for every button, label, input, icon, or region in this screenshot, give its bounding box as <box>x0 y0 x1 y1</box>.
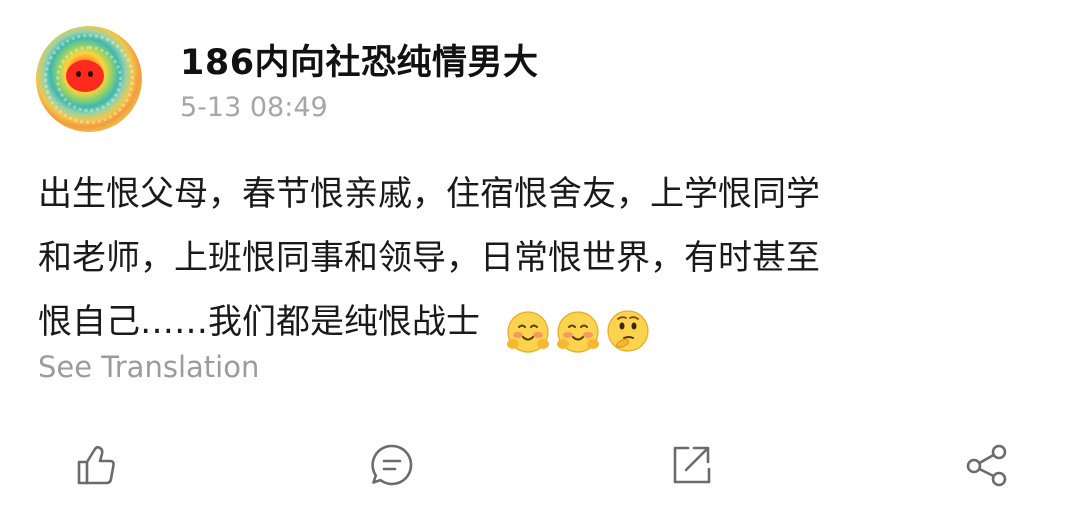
post-body-line-text: 恨自己……我们都是纯恨战士 <box>38 302 480 342</box>
comment-button[interactable] <box>367 440 417 490</box>
share-button[interactable] <box>962 440 1012 490</box>
avatar-face <box>66 60 104 92</box>
thumbs-up-icon <box>77 445 115 485</box>
emoji-group <box>504 299 654 353</box>
like-button[interactable] <box>70 440 120 490</box>
see-translation-link[interactable]: See Translation <box>38 350 259 384</box>
author-avatar[interactable] <box>36 26 142 132</box>
repost-icon <box>673 446 711 484</box>
post-body: 出生恨父母，春节恨亲戚，住宿恨舍友，上学恨同学 和老师，上班恨同事和领导，日常恨… <box>38 162 1028 354</box>
blushing-hands-emoji-icon <box>507 311 549 353</box>
repost-button[interactable] <box>666 440 716 490</box>
post-body-line: 和老师，上班恨同事和领导，日常恨世界，有时甚至 <box>38 238 820 278</box>
author-name[interactable]: 186内向社恐纯情男大 <box>180 34 539 85</box>
blushing-hands-emoji-icon <box>557 311 599 353</box>
post-body-line: 出生恨父母，春节恨亲戚，住宿恨舍友，上学恨同学 <box>38 174 820 214</box>
post-body-line-last: 恨自己……我们都是纯恨战士 <box>38 290 1028 354</box>
avatar-eye <box>88 71 93 77</box>
thinking-face-emoji-icon <box>607 310 649 352</box>
post-timestamp: 5-13 08:49 <box>180 92 328 123</box>
avatar-eye <box>76 71 81 77</box>
share-icon <box>966 444 1007 487</box>
comment-icon <box>371 444 413 486</box>
